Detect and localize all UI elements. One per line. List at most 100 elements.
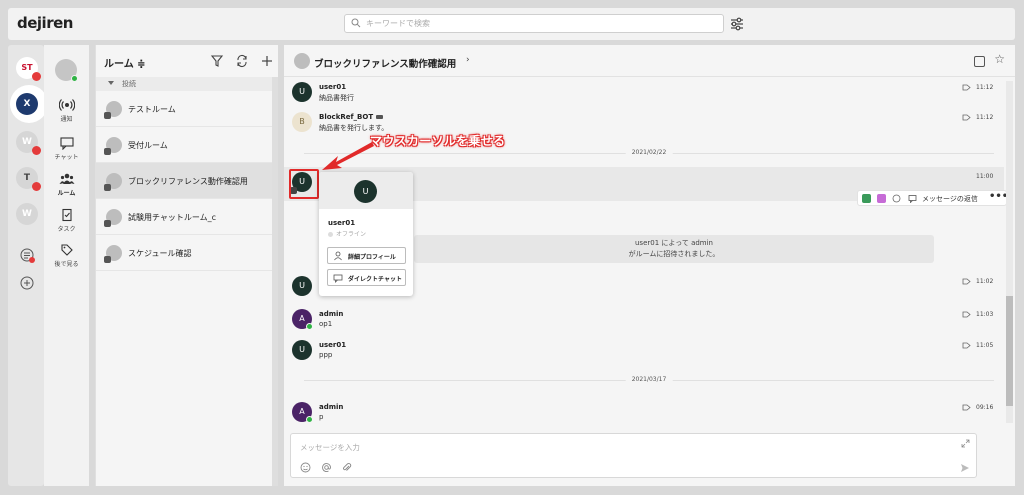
message-row[interactable]: U user01 納品書発行 11:12 [284,80,1004,110]
tag-icon[interactable] [962,278,971,285]
star-icon[interactable]: ☆ [994,52,1005,66]
profile-detail-label: 詳細プロフィール [348,254,396,261]
message-text: ppp [319,351,333,359]
room-icon [104,137,122,155]
workspace-1[interactable]: ST [16,57,41,81]
workspace-4[interactable]: T [16,167,41,191]
workspace-2-label: X [23,99,31,109]
popover-status: オフライン [328,229,366,238]
nav-item-chat[interactable]: チャット [44,136,89,161]
workspace-1-badge [32,72,41,81]
direct-chat-button[interactable]: ダイレクトチャット [327,269,406,286]
select-checkbox-icon[interactable] [974,56,985,67]
chevron-right-icon[interactable]: › [466,55,470,65]
message-input[interactable]: メッセージを入力 [290,433,977,478]
message-input-placeholder[interactable]: メッセージを入力 [300,442,360,453]
lock-icon [104,148,111,155]
search-box[interactable]: キーワードで検索 [344,14,724,33]
emoji-icon[interactable] [300,462,311,473]
room-item-selected[interactable]: ブロックリファレンス動作確認用 [96,163,272,199]
message-row[interactable]: A admin op1 11:03 [284,307,1004,337]
bot-avatar[interactable]: B [292,112,312,132]
add-room-icon[interactable] [260,54,274,68]
avatar-letter: U [299,281,305,290]
lock-icon [104,220,111,227]
chat-header: ブロックリファレンス動作確認用 › ☆ [284,45,1015,77]
filter-settings-icon[interactable] [729,16,745,32]
chat-room-title[interactable]: ブロックリファレンス動作確認用 [314,56,456,70]
annotation-text: マウスカーソルを乗せる [370,134,506,148]
room-list-panel: ルーム ≑ 投続 テストルーム 受付ルーム ブロックリファレンス動作確認用 試験… [95,45,278,486]
tag-icon[interactable] [962,84,971,91]
message-row[interactable]: A admin p 09:16 [284,400,1004,430]
chat-scrollbar[interactable] [1006,81,1013,423]
message-sender[interactable]: BlockRef_BOT [319,113,384,121]
nav-item-label: ルーム [57,190,76,197]
online-indicator [306,416,313,423]
send-icon[interactable] [960,463,970,473]
workspace-list-button[interactable] [16,244,38,266]
avatar-letter: U [299,345,305,354]
refresh-icon[interactable] [235,54,249,68]
room-name: スケジュール確認 [128,249,192,258]
app-logo[interactable]: dejiren [17,14,73,32]
emoji-icon[interactable] [892,194,901,203]
message-sender[interactable]: admin [319,403,343,411]
workspace-rail: ST X W T W [8,45,48,486]
my-avatar[interactable] [55,59,78,82]
message-time: 11:03 [976,311,994,318]
nav-item-label: 通知 [60,116,73,123]
message-sender[interactable]: user01 [319,83,346,91]
expand-icon[interactable] [961,439,970,448]
nav-item-watch-later[interactable]: 後で見る [44,243,89,268]
message-time: 11:12 [976,84,994,91]
message-sender[interactable]: user01 [319,341,346,349]
room-name: テストルーム [128,105,176,114]
room-list-title[interactable]: ルーム ≑ [104,55,146,70]
room-item[interactable]: スケジュール確認 [96,235,272,271]
mention-icon[interactable] [321,462,332,473]
user-avatar[interactable]: A [292,309,313,330]
filter-icon[interactable] [210,54,224,68]
tag-icon[interactable] [962,311,971,318]
reaction-green-icon[interactable] [862,194,871,203]
room-item[interactable]: 受付ルーム [96,127,272,163]
nav-item-rooms[interactable]: ルーム [44,172,89,197]
nav-item-label: 後で見る [54,261,79,268]
room-section-header[interactable]: 投続 [96,77,272,91]
tag-icon[interactable] [962,114,971,121]
room-list-scrollbar[interactable] [272,77,278,486]
add-workspace-button[interactable] [16,272,38,294]
search-input-placeholder[interactable]: キーワードで検索 [366,18,430,29]
message-sender[interactable]: admin [319,310,343,318]
room-item[interactable]: 試験用チャットルーム_c [96,199,272,235]
attachment-icon[interactable] [341,462,352,473]
user-profile-popover: U user01 オフライン 詳細プロフィール ダイレクトチャット [319,172,413,296]
profile-detail-button[interactable]: 詳細プロフィール [327,247,406,264]
workspace-5[interactable]: W [16,203,38,225]
message-time: 11:00 [976,173,994,180]
tag-icon[interactable] [962,342,971,349]
reply-label[interactable]: メッセージの返信 [922,194,978,204]
nav-item-notifications[interactable]: 通知 [44,98,89,123]
user-avatar[interactable]: U [292,276,312,296]
user-avatar[interactable]: U [292,82,312,102]
nav-column: 通知 チャット ルーム タスク 後で見る [44,45,89,486]
user-avatar[interactable]: U [292,340,312,360]
message-time: 11:02 [976,278,994,285]
workspace-3[interactable]: W [16,131,41,155]
reaction-purple-icon[interactable] [877,194,886,203]
message-text: op1 [319,320,333,328]
message-row[interactable]: U user01 ppp 11:05 [284,338,1004,368]
workspace-2[interactable]: X [16,93,38,115]
user-avatar[interactable]: A [292,402,313,423]
room-icon [104,245,122,263]
message-hover-actions: メッセージの返信 ••• [857,190,1008,206]
chat-scrollbar-thumb[interactable] [1006,296,1013,406]
room-item[interactable]: テストルーム [96,91,272,127]
room-name: 受付ルーム [128,141,168,150]
tag-icon[interactable] [962,404,971,411]
nav-item-tasks[interactable]: タスク [44,208,89,233]
reply-icon[interactable] [908,194,917,203]
date-label: 2021/02/22 [625,149,673,156]
